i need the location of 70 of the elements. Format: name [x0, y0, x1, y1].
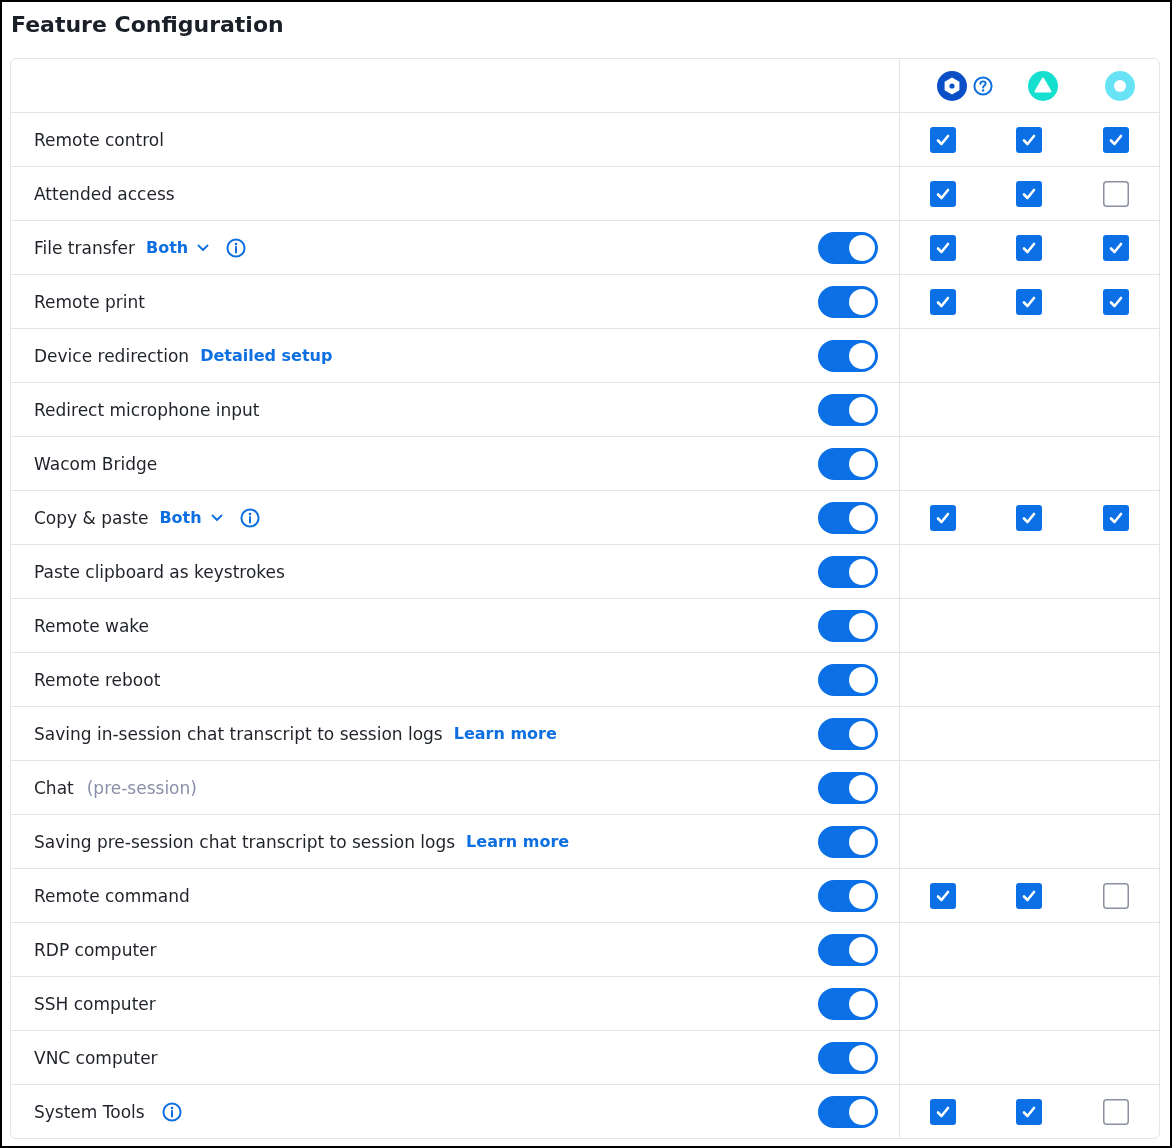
toggle-switch[interactable]	[818, 393, 878, 426]
checkbox[interactable]	[1102, 288, 1129, 315]
feature-label: Remote wake	[34, 615, 149, 636]
checkbox[interactable]	[1016, 1098, 1043, 1125]
feature-label: Remote control	[34, 129, 164, 150]
feature-label: VNC computer	[34, 1047, 158, 1068]
direction-dropdown[interactable]: Both	[146, 238, 210, 257]
chevron-down-icon	[197, 243, 210, 252]
checkbox[interactable]	[930, 234, 957, 261]
feature-label: Saving in-session chat transcript to session logs	[34, 723, 443, 744]
feature-label: Remote command	[34, 885, 190, 906]
toggle-switch[interactable]	[818, 339, 878, 372]
toggle-switch[interactable]	[818, 933, 878, 966]
toggle-switch[interactable]	[818, 447, 878, 480]
info-icon[interactable]	[226, 237, 247, 258]
checkbox[interactable]	[1102, 882, 1129, 909]
checkbox[interactable]	[1016, 180, 1043, 207]
toggle-switch[interactable]	[818, 231, 878, 264]
toggle-switch[interactable]	[818, 717, 878, 750]
feature-label: Remote print	[34, 291, 145, 312]
feature-label: Saving pre-session chat transcript to session logs	[34, 831, 456, 852]
toggle-switch[interactable]	[818, 609, 878, 642]
checkbox[interactable]	[1102, 1098, 1129, 1125]
checkbox[interactable]	[1016, 288, 1043, 315]
checkbox[interactable]	[930, 288, 957, 315]
feature-label: Chat	[34, 777, 74, 798]
setup-link[interactable]: Detailed setup	[200, 346, 333, 365]
feature-label: RDP computer	[34, 939, 157, 960]
checkbox[interactable]	[1102, 234, 1129, 261]
checkbox[interactable]	[930, 180, 957, 207]
feature-label: File transfer	[34, 237, 135, 258]
checkbox[interactable]	[1016, 234, 1043, 261]
help-icon[interactable]	[972, 75, 993, 96]
toggle-switch[interactable]	[818, 1095, 878, 1128]
learn-more-link[interactable]: Learn more	[453, 724, 557, 743]
chevron-down-icon	[210, 513, 223, 522]
checkbox[interactable]	[1102, 126, 1129, 153]
direction-dropdown[interactable]: Both	[159, 508, 223, 527]
checkbox[interactable]	[930, 1098, 957, 1125]
feature-label: Redirect microphone input	[34, 399, 260, 420]
info-icon[interactable]	[239, 507, 260, 528]
feature-note: (pre-session)	[86, 777, 197, 798]
checkbox[interactable]	[1102, 504, 1129, 531]
toggle-switch[interactable]	[818, 771, 878, 804]
toggle-switch[interactable]	[818, 501, 878, 534]
toggle-switch[interactable]	[818, 555, 878, 588]
checkbox[interactable]	[930, 882, 957, 909]
toggle-switch[interactable]	[818, 987, 878, 1020]
feature-label: Device redirection	[34, 345, 190, 366]
checkbox[interactable]	[1016, 882, 1043, 909]
toggle-switch[interactable]	[818, 1041, 878, 1074]
checkbox[interactable]	[1016, 126, 1043, 153]
feature-label: Attended access	[34, 183, 175, 204]
feature-label: Remote reboot	[34, 669, 161, 690]
checkbox[interactable]	[930, 504, 957, 531]
feature-label: System Tools	[34, 1101, 145, 1122]
toggle-switch[interactable]	[818, 825, 878, 858]
checkbox[interactable]	[1016, 504, 1043, 531]
info-icon[interactable]	[161, 1101, 182, 1122]
feature-label: Paste clipboard as keystrokes	[34, 561, 285, 582]
toggle-switch[interactable]	[818, 285, 878, 318]
feature-label: Copy & paste	[34, 507, 149, 528]
page-title: Feature Configuration	[10, 11, 285, 39]
checkbox[interactable]	[930, 126, 957, 153]
toggle-switch[interactable]	[818, 879, 878, 912]
toggle-switch[interactable]	[818, 663, 878, 696]
feature-label: Wacom Bridge	[34, 453, 158, 474]
learn-more-link[interactable]: Learn more	[466, 832, 570, 851]
checkbox[interactable]	[1102, 180, 1129, 207]
feature-label: SSH computer	[34, 993, 156, 1014]
